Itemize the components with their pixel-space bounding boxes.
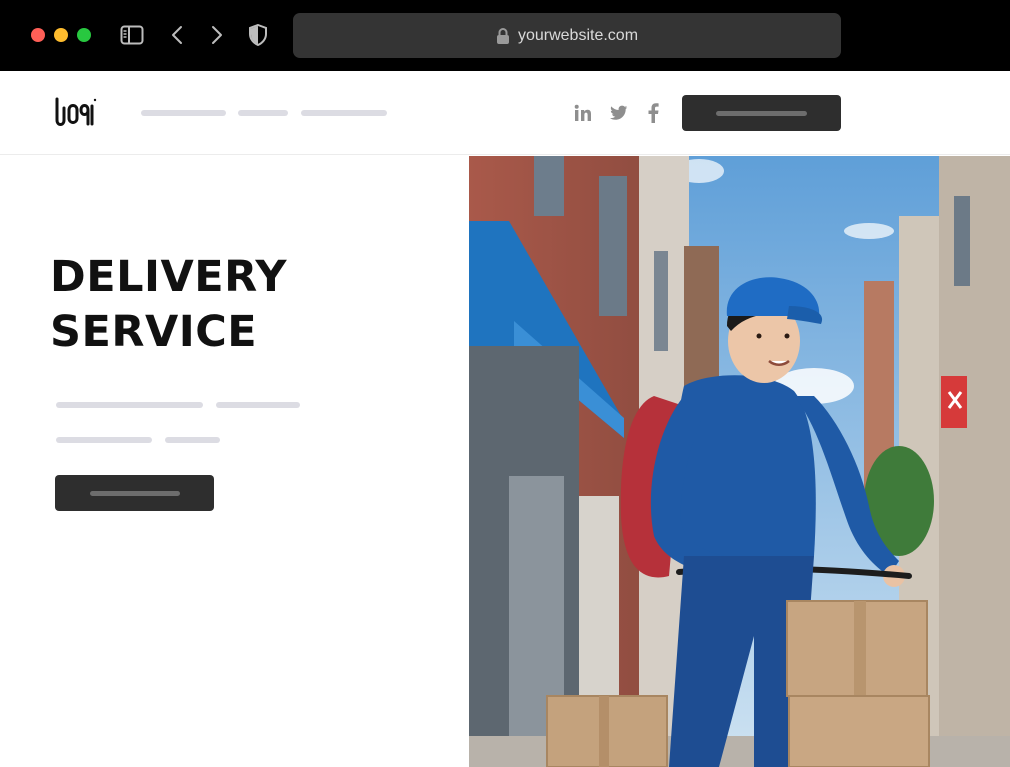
hero-text-placeholder-3 xyxy=(56,437,152,443)
logo-icon xyxy=(55,97,97,126)
maximize-window-button[interactable] xyxy=(77,28,91,42)
chevron-right-icon xyxy=(212,26,222,44)
facebook-icon xyxy=(648,103,659,123)
header-cta-label-placeholder xyxy=(716,111,807,116)
hero-title: DELIVERY SERVICE xyxy=(50,250,287,360)
hero-cta-label-placeholder xyxy=(90,491,180,496)
url-text: yourwebsite.com xyxy=(517,26,639,44)
hero-text-placeholder-4 xyxy=(165,437,220,443)
hero-image-delivery-courier xyxy=(469,156,1010,767)
hero-text-placeholder-1 xyxy=(56,402,203,408)
nav-link-1[interactable] xyxy=(141,110,226,116)
forward-button[interactable] xyxy=(207,22,227,48)
site-logo[interactable] xyxy=(54,96,98,130)
browser-chrome: yourwebsite.com xyxy=(0,0,1010,71)
sidebar-toggle-button[interactable] xyxy=(119,22,145,48)
privacy-shield-button[interactable] xyxy=(248,22,268,48)
chevron-left-icon xyxy=(172,26,182,44)
facebook-link[interactable] xyxy=(642,101,664,125)
nav-link-2[interactable] xyxy=(238,110,288,116)
twitter-icon xyxy=(610,105,628,120)
header-cta-button[interactable] xyxy=(682,95,841,131)
close-window-button[interactable] xyxy=(31,28,45,42)
hero-title-line-1: DELIVERY xyxy=(50,252,288,302)
lock-icon xyxy=(496,27,510,45)
hero-text-placeholder-2 xyxy=(216,402,300,408)
linkedin-icon xyxy=(574,104,591,121)
address-bar[interactable]: yourwebsite.com xyxy=(293,13,841,58)
shield-icon xyxy=(249,24,267,46)
hero-title-line-2: SERVICE xyxy=(50,307,258,357)
linkedin-link[interactable] xyxy=(572,101,594,125)
back-button[interactable] xyxy=(167,22,187,48)
hero-cta-button[interactable] xyxy=(55,475,214,511)
twitter-link[interactable] xyxy=(608,101,630,125)
minimize-window-button[interactable] xyxy=(54,28,68,42)
site-header xyxy=(0,71,1010,155)
sidebar-icon xyxy=(120,25,144,45)
nav-link-3[interactable] xyxy=(301,110,387,116)
